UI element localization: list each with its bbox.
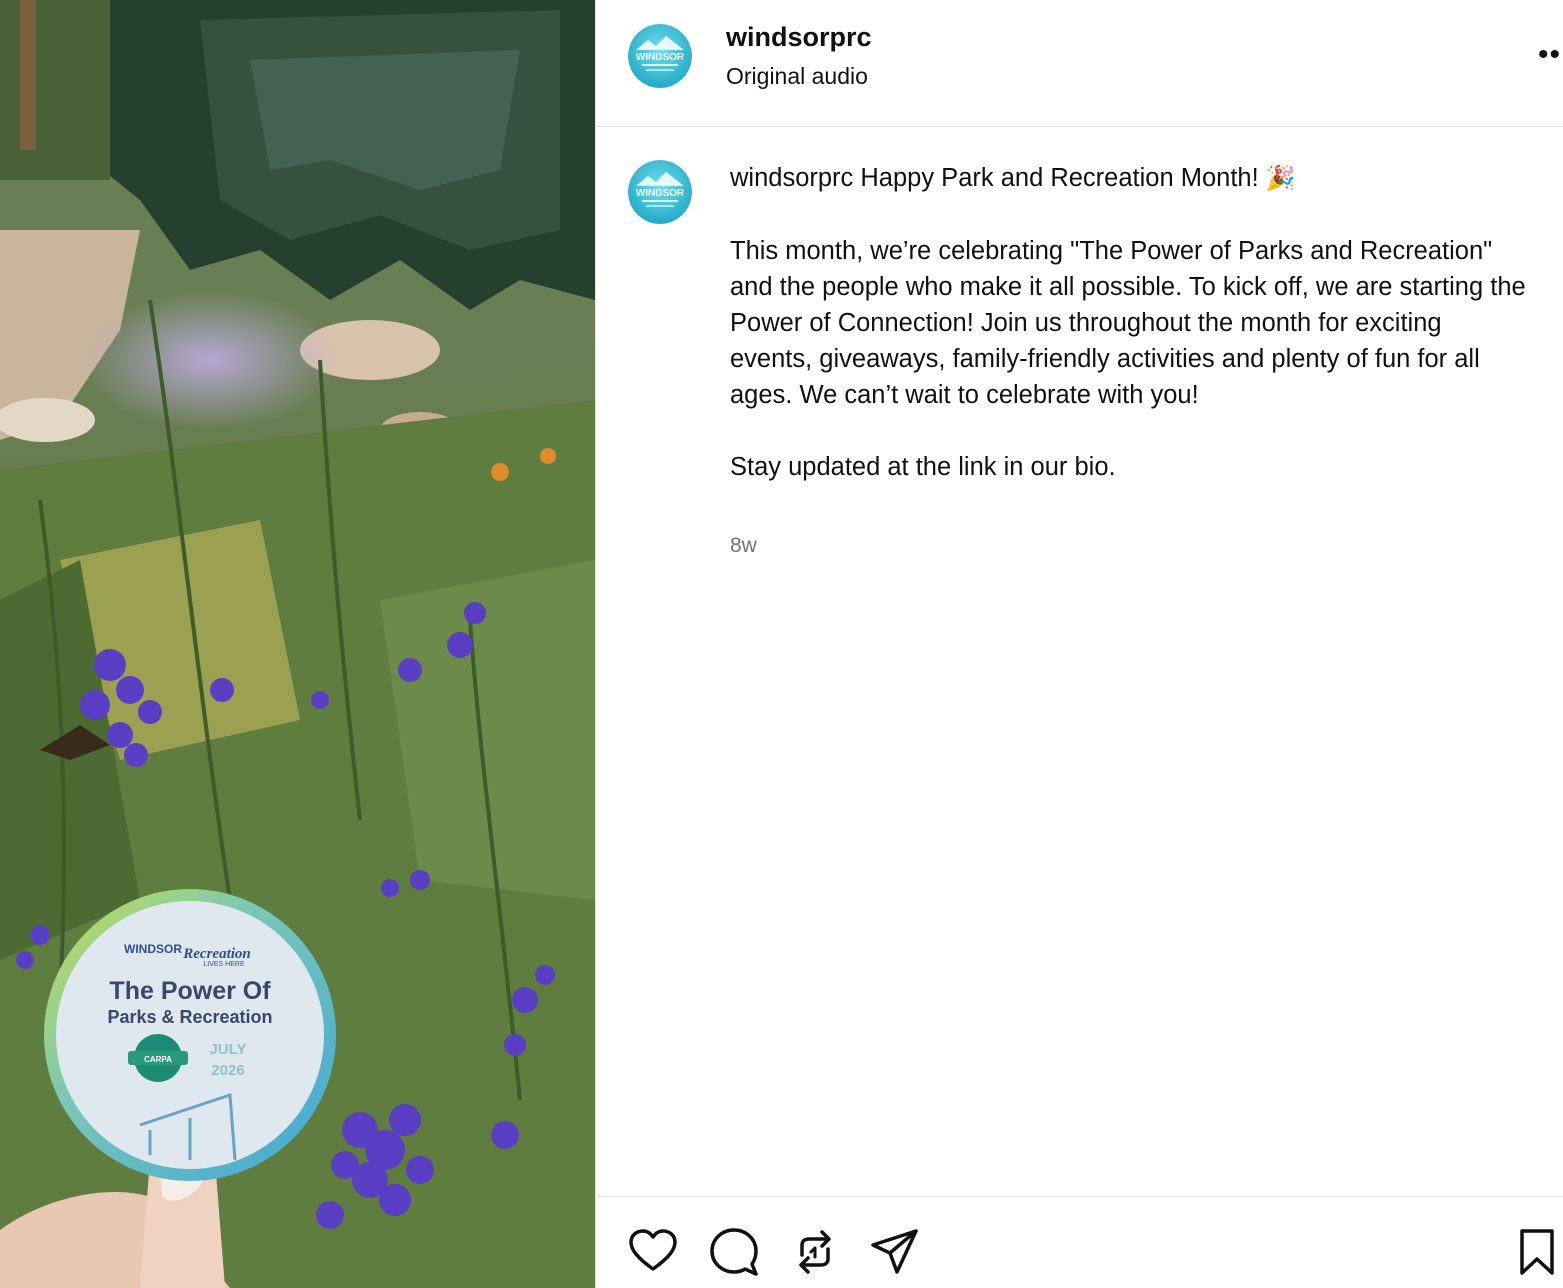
more-options-icon[interactable]: •• <box>1538 40 1561 70</box>
svg-text:Parks & Recreation: Parks & Recreation <box>107 1007 272 1027</box>
caption-author-avatar[interactable]: WINDSOR <box>628 160 692 224</box>
share-icon[interactable] <box>870 1227 920 1277</box>
repost-icon[interactable] <box>790 1227 840 1277</box>
caption-closing: Stay updated at the link in our bio. <box>730 453 1116 481</box>
action-bar <box>596 1196 1563 1288</box>
svg-text:Recreation: Recreation <box>182 946 251 962</box>
author-username-link[interactable]: windsorprc <box>726 22 872 53</box>
caption-username-link[interactable]: windsorprc <box>730 164 853 192</box>
post-details-panel: WINDSOR windsorprc Original audio •• WIN… <box>595 0 1563 1288</box>
svg-text:The Power Of: The Power Of <box>109 977 271 1005</box>
post-header: WINDSOR windsorprc Original audio •• <box>596 0 1563 127</box>
garden-scene: WINDSOR Recreation LIVES HERE The Power … <box>0 0 595 1288</box>
party-popper-icon: 🎉 <box>1265 165 1296 192</box>
bookmark-icon[interactable] <box>1512 1227 1562 1277</box>
caption-headline: Happy Park and Recreation Month! <box>860 164 1259 192</box>
caption-body: windsorprc Happy Park and Recreation Mon… <box>730 160 1530 485</box>
instagram-post-view: WINDSOR Recreation LIVES HERE The Power … <box>0 0 1563 1288</box>
post-video[interactable]: WINDSOR Recreation LIVES HERE The Power … <box>0 0 595 1288</box>
svg-text:JULY: JULY <box>210 1041 247 1058</box>
svg-text:WINDSOR: WINDSOR <box>636 188 685 199</box>
caption-first-line: windsorprc Happy Park and Recreation Mon… <box>730 160 1530 197</box>
post-age[interactable]: 8w <box>730 534 757 558</box>
svg-text:2026: 2026 <box>211 1062 244 1079</box>
svg-text:WINDSOR: WINDSOR <box>636 52 685 63</box>
heart-icon[interactable] <box>628 1227 678 1277</box>
svg-text:LIVES HERE: LIVES HERE <box>203 961 245 968</box>
comment-icon[interactable] <box>709 1227 759 1277</box>
caption-paragraph: This month, we’re celebrating "The Power… <box>730 237 1526 409</box>
power-of-parks-badge: WINDSOR Recreation LIVES HERE The Power … <box>44 889 336 1181</box>
svg-text:CARPA: CARPA <box>144 1055 172 1064</box>
author-avatar[interactable]: WINDSOR <box>628 24 692 88</box>
svg-text:WINDSOR: WINDSOR <box>124 942 182 956</box>
original-audio-link[interactable]: Original audio <box>726 63 868 90</box>
